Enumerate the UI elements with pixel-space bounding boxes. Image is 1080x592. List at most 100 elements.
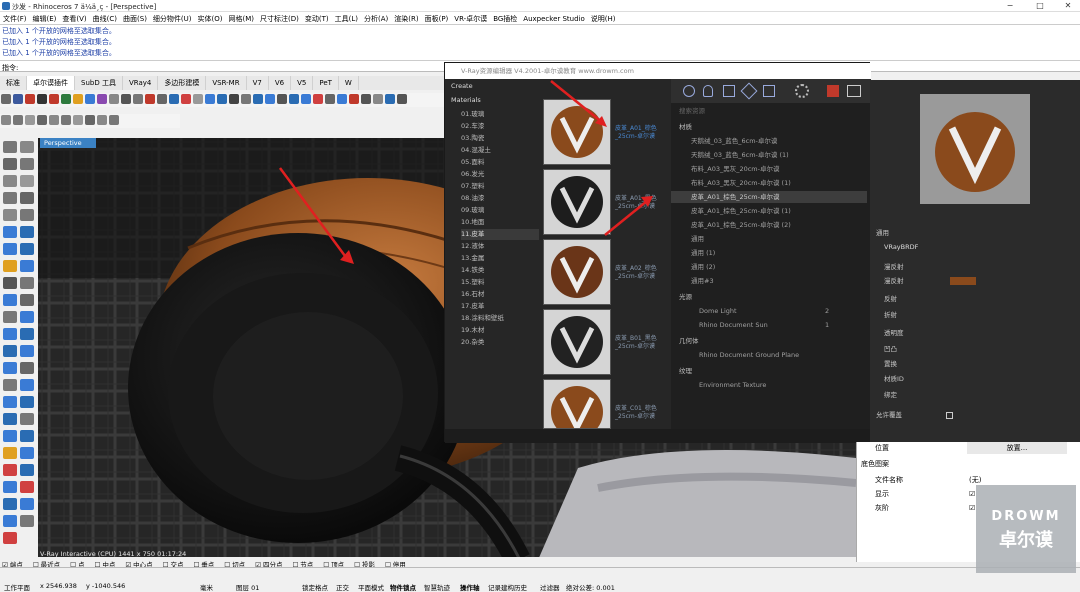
diffuse-color-swatch[interactable] [950,277,976,285]
tool-icon[interactable] [3,498,17,510]
tool-icon[interactable] [20,311,34,323]
tool-icon[interactable] [20,294,34,306]
diffuse-section[interactable]: 漫反射 [884,262,904,273]
tool-icon[interactable] [109,115,119,125]
tool-icon[interactable] [20,226,34,238]
category-item[interactable]: 06.发光 [461,169,484,180]
tool-icon[interactable] [109,94,119,104]
tool-icon[interactable] [20,277,34,289]
tool-icon[interactable] [85,94,95,104]
tool-icon[interactable] [169,94,179,104]
tool-icon[interactable] [1,94,11,104]
menu-panels[interactable]: 面板(P) [422,12,452,24]
tool-icon[interactable] [205,94,215,104]
tool-icon[interactable] [37,94,47,104]
menu-bg[interactable]: BG插检 [490,12,520,24]
category-item[interactable]: 20.杂类 [461,337,484,348]
maximize-button[interactable]: □ [1030,1,1050,11]
planar-toggle[interactable]: 平面模式 [358,582,384,592]
tool-icon[interactable] [20,345,34,357]
tab-vray4[interactable]: VRay4 [123,76,159,90]
displacement-section[interactable]: 置换 [884,359,897,370]
tool-icon[interactable] [145,94,155,104]
tool-icon[interactable] [49,115,59,125]
tool-icon[interactable] [3,192,17,204]
tool-icon[interactable] [73,115,83,125]
menu-auxpecker[interactable]: Auxpecker Studio [520,13,587,23]
search-input[interactable]: 搜索资源 [679,105,705,117]
material-item[interactable]: 通用#3 [691,275,714,287]
tab-w[interactable]: W [339,76,359,90]
tool-icon[interactable] [313,94,323,104]
tool-icon[interactable] [3,430,17,442]
materials-node[interactable]: Materials [451,95,481,106]
tool-icon[interactable] [253,94,263,104]
tool-icon[interactable] [20,141,34,153]
texture-item[interactable]: Environment Texture [699,379,766,391]
category-item[interactable]: 07.塑料 [461,181,484,192]
menu-mesh[interactable]: 网格(M) [226,12,258,24]
tool-icon[interactable] [181,94,191,104]
menu-vr[interactable]: VR-卓尔谟 [451,12,490,24]
category-item[interactable]: 15.塑料 [461,277,484,288]
tool-icon[interactable] [97,115,107,125]
category-item[interactable]: 02.车漆 [461,121,484,132]
geometry-item[interactable]: Rhino Document Ground Plane [699,349,799,361]
tool-icon[interactable] [20,158,34,170]
tool-icon[interactable] [3,481,17,493]
tool-icon[interactable] [3,260,17,272]
tool-icon[interactable] [37,115,47,125]
place-button[interactable]: 放置... [967,442,1067,454]
tool-icon[interactable] [20,260,34,272]
menu-dimension[interactable]: 尺寸标注(D) [257,12,302,24]
tool-icon[interactable] [3,379,17,391]
category-item[interactable]: 16.石材 [461,289,484,300]
material-item[interactable]: 皮革_A01_棕色_25cm-卓尔谟 (2) [691,219,791,231]
category-item[interactable]: 03.陶瓷 [461,133,484,144]
menu-file[interactable]: 文件(F) [0,12,30,24]
menu-transform[interactable]: 变动(T) [302,12,332,24]
tool-icon[interactable] [361,94,371,104]
tab-poly[interactable]: 多边形建模 [158,76,207,90]
tool-icon[interactable] [265,94,275,104]
tool-icon[interactable] [3,328,17,340]
osnap-toggle[interactable]: 物件锁点 [390,582,416,592]
tool-icon[interactable] [97,94,107,104]
menu-surface[interactable]: 曲面(S) [120,12,150,24]
tab-drowm[interactable]: 卓尔谟插件 [27,76,75,90]
opacity-section[interactable]: 透明度 [884,328,904,339]
history-toggle[interactable]: 记录建构历史 [488,582,527,592]
material-thumbnail[interactable] [543,239,611,305]
menu-tools[interactable]: 工具(L) [332,12,361,24]
render-icon[interactable] [827,85,839,97]
category-item[interactable]: 08.油漆 [461,193,484,204]
reflection-section[interactable]: 反射 [884,294,897,305]
category-item[interactable]: 19.木材 [461,325,484,336]
grid-snap-toggle[interactable]: 锁定格点 [302,582,328,592]
tool-icon[interactable] [85,115,95,125]
tab-standard[interactable]: 标准 [0,76,27,90]
tool-icon[interactable] [3,243,17,255]
tool-icon[interactable] [3,532,17,544]
category-item[interactable]: 05.面料 [461,157,484,168]
tool-icon[interactable] [3,175,17,187]
grayscale-checkbox[interactable]: ☑ [969,502,975,514]
tool-icon[interactable] [20,464,34,476]
tool-icon[interactable] [133,94,143,104]
menu-render[interactable]: 渲染(R) [391,12,421,24]
tool-icon[interactable] [289,94,299,104]
material-item-selected[interactable]: 皮革_A01_棕色_25cm-卓尔谟 [671,191,867,203]
menu-view[interactable]: 查看(V) [59,12,89,24]
tool-icon[interactable] [20,396,34,408]
category-item[interactable]: 09.玻璃 [461,205,484,216]
tool-icon[interactable] [3,515,17,527]
material-item[interactable]: 布料_A03_黑灰_20cm-卓尔谟 (1) [691,177,791,189]
viewport-tab[interactable]: Perspective [40,138,96,148]
tool-icon[interactable] [3,464,17,476]
tool-icon[interactable] [3,209,17,221]
tab-vsr[interactable]: VSR-MR [206,76,247,90]
tool-icon[interactable] [241,94,251,104]
light-item[interactable]: Rhino Document Sun [699,319,768,331]
settings-icon[interactable] [795,84,809,98]
category-item[interactable]: 10.地面 [461,217,484,228]
